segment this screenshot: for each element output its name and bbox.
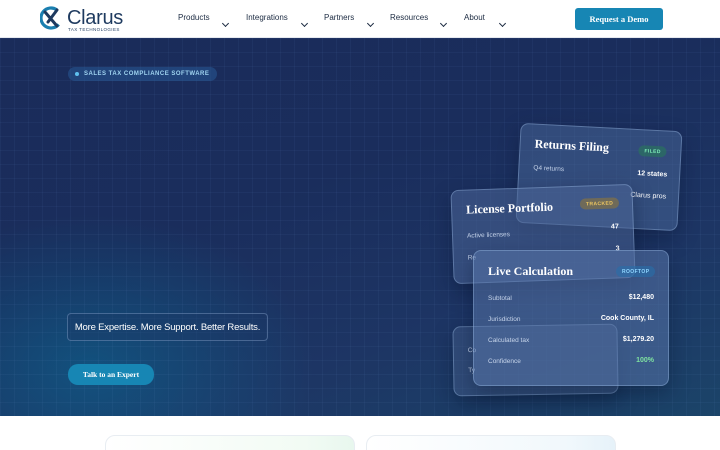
features-section — [0, 416, 720, 450]
row-value: 12 states — [637, 170, 668, 179]
nav-item-products[interactable]: Products — [178, 13, 210, 22]
row-value: $1,279.20 — [622, 336, 654, 343]
tracked-badge: TRACKED — [579, 197, 620, 210]
row-value: Cook County, IL — [600, 315, 654, 322]
row-value: $12,480 — [628, 294, 654, 301]
filed-badge: FILED — [638, 145, 668, 158]
card-title: License Portfolio — [465, 199, 554, 217]
nav-item-integrations[interactable]: Integrations — [246, 13, 288, 22]
confidence-value: 100% — [636, 357, 654, 364]
row-label: Jurisdiction — [488, 316, 521, 323]
live-calculation-card: Live Calculation ROOFTOP Subtotal $12,48… — [473, 250, 669, 386]
category-badge: SALES TAX COMPLIANCE SOFTWARE — [68, 67, 218, 81]
row-label: Active licenses — [466, 231, 511, 240]
row-label: Q4 returns — [533, 164, 565, 174]
row-label: Calculated tax — [488, 337, 530, 344]
chevron-down-icon[interactable] — [221, 13, 231, 28]
chevron-down-icon[interactable] — [300, 13, 310, 28]
feature-card — [105, 435, 355, 450]
hero-section: SALES TAX COMPLIANCE SOFTWARE More Exper… — [0, 38, 720, 416]
nav-item-about[interactable]: About — [464, 13, 485, 22]
row-value: Clarus pros — [630, 191, 667, 201]
row-value: 47 — [610, 223, 619, 231]
top-navigation: Clarus TAX TECHNOLOGIES Products Integra… — [0, 0, 720, 38]
nav-item-partners[interactable]: Partners — [324, 13, 354, 22]
chevron-down-icon[interactable] — [366, 13, 376, 28]
badge-label: SALES TAX COMPLIANCE SOFTWARE — [84, 71, 210, 77]
rooftop-badge: ROOFTOP — [616, 266, 656, 277]
request-demo-button[interactable]: Request a Demo — [575, 8, 663, 30]
feature-card — [366, 435, 616, 450]
hero-tagline: More Expertise. More Support. Better Res… — [67, 313, 268, 341]
row-label: Subtotal — [488, 295, 512, 302]
clarus-logo[interactable]: Clarus TAX TECHNOLOGIES — [40, 5, 130, 33]
logo-subtitle: TAX TECHNOLOGIES — [68, 27, 120, 32]
row-label: Confidence — [488, 358, 521, 365]
clarus-logo-icon — [40, 6, 63, 30]
card-title: Live Calculation — [488, 264, 574, 278]
card-title: Returns Filing — [534, 136, 610, 155]
nav-item-resources[interactable]: Resources — [390, 13, 428, 22]
badge-dot-icon — [75, 72, 79, 76]
chevron-down-icon[interactable] — [498, 13, 508, 28]
talk-to-expert-button[interactable]: Talk to an Expert — [68, 364, 154, 385]
chevron-down-icon[interactable] — [439, 13, 449, 28]
